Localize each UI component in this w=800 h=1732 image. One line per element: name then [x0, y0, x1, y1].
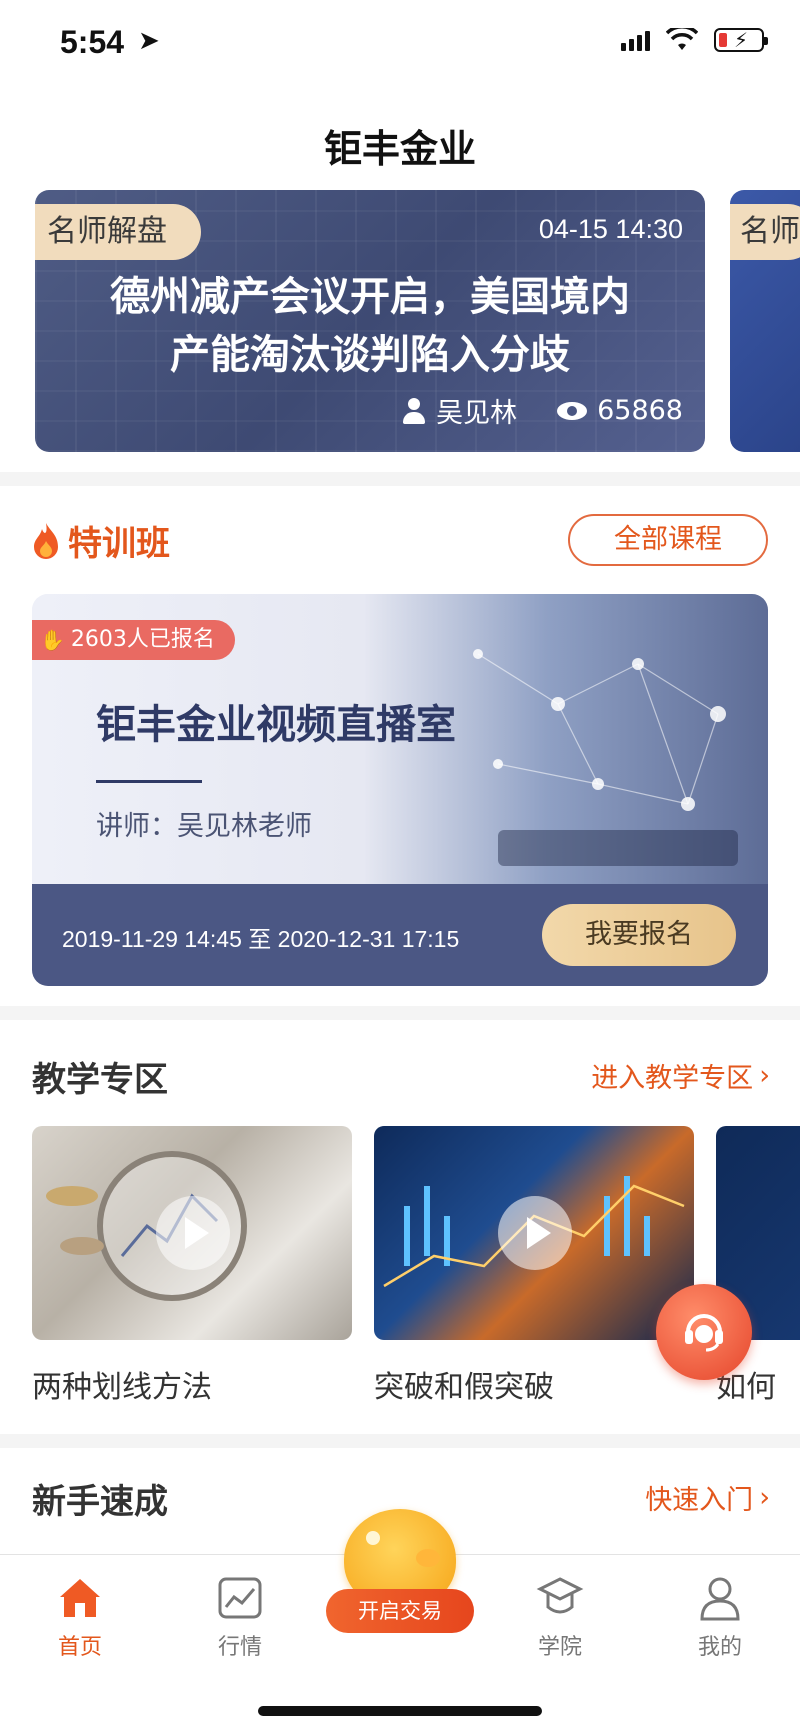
- tab-market[interactable]: 行情: [180, 1575, 300, 1661]
- video-title: 两种划线方法: [32, 1370, 212, 1405]
- divider: [96, 780, 202, 783]
- play-icon[interactable]: [498, 1196, 572, 1270]
- training-title: 特训班: [68, 524, 170, 564]
- video-card[interactable]: 突破和假突破: [374, 1126, 694, 1406]
- tab-label: 我的: [697, 1635, 742, 1660]
- banner-card-next[interactable]: 名师: [730, 190, 800, 452]
- status-bar: 5:54 ➤ ⚡: [0, 0, 800, 90]
- user-icon: [696, 1575, 744, 1621]
- fire-icon: [30, 521, 62, 561]
- network-illustration: [473, 649, 738, 866]
- headset-icon: [685, 1314, 723, 1352]
- banner-headline-line2: 产能淘汰谈判陷入分歧: [170, 332, 570, 378]
- chevron-right-icon: ›: [759, 1060, 770, 1091]
- video-thumbnail[interactable]: [32, 1126, 352, 1340]
- home-icon: [56, 1575, 104, 1621]
- banner-view-count: 65868: [597, 395, 683, 426]
- tab-label: 学院: [537, 1635, 582, 1660]
- banner-carousel[interactable]: 名师解盘 04-15 14:30 德州减产会议开启，美国境内 产能淘汰谈判陷入分…: [0, 190, 800, 472]
- eye-icon: [557, 401, 588, 420]
- tab-profile[interactable]: 我的: [660, 1575, 780, 1661]
- home-indicator: [258, 1706, 542, 1716]
- chart-icon: [216, 1575, 264, 1621]
- video-list[interactable]: 两种划线方法 突破和假突破 如何: [32, 1126, 800, 1426]
- page-title: 钜丰金业: [323, 127, 476, 171]
- teaching-title: 教学专区: [32, 1060, 168, 1100]
- tab-academy[interactable]: 学院: [500, 1575, 620, 1661]
- course-dates: 2019-11-29 14:45 至 2020-12-31 17:15: [62, 926, 460, 952]
- course-teacher: 讲师：吴见林老师: [96, 811, 312, 842]
- video-thumbnail[interactable]: [374, 1126, 694, 1340]
- enrolled-badge: ✋ 2603人已报名: [32, 620, 235, 660]
- video-title: 突破和假突破: [374, 1370, 554, 1405]
- teaching-link-label: 进入教学专区: [591, 1063, 754, 1094]
- signup-button[interactable]: 我要报名: [542, 904, 736, 966]
- app-header: 钜丰金业: [0, 90, 800, 190]
- course-hero: ✋ 2603人已报名 钜丰金业视频直播室 讲师：吴见林老师: [32, 594, 768, 884]
- signal-icon: [621, 29, 650, 51]
- tab-label: 首页: [57, 1635, 102, 1660]
- course-card[interactable]: ✋ 2603人已报名 钜丰金业视频直播室 讲师：吴见林老师 2019-11-29…: [32, 594, 768, 986]
- tab-label: 行情: [217, 1635, 262, 1660]
- tab-label: 开启交易: [326, 1589, 474, 1633]
- course-name: 钜丰金业视频直播室: [96, 702, 456, 748]
- chevron-right-icon: ›: [759, 1482, 770, 1513]
- location-arrow-icon: ➤: [138, 26, 160, 56]
- battery-icon: ⚡: [714, 28, 768, 52]
- banner-next-tag: 名师: [730, 204, 800, 260]
- banner-meta: 吴见林 65868: [402, 391, 683, 430]
- wifi-icon: [666, 28, 698, 50]
- tab-home[interactable]: 首页: [20, 1575, 140, 1661]
- all-courses-button[interactable]: 全部课程: [568, 514, 768, 566]
- graduation-cap-icon: [536, 1575, 584, 1621]
- beginner-link-label: 快速入门: [645, 1485, 754, 1516]
- beginner-link[interactable]: 快速入门 ›: [645, 1478, 770, 1517]
- banner-headline: 德州减产会议开启，美国境内 产能淘汰谈判陷入分歧: [55, 268, 685, 384]
- play-icon[interactable]: [156, 1196, 230, 1270]
- banner-tag: 名师解盘: [35, 204, 201, 260]
- banner-author: 吴见林: [402, 391, 517, 430]
- training-section: 特训班 全部课程 ✋ 2603人已报名 钜丰金业视频直播室 讲师：吴见林老师 2…: [0, 486, 800, 1006]
- status-icons: ⚡: [621, 28, 768, 52]
- banner-views: 65868: [557, 395, 683, 426]
- training-header: 特训班: [30, 516, 170, 565]
- video-card[interactable]: 两种划线方法: [32, 1126, 352, 1406]
- tab-trade[interactable]: 开启交易: [326, 1509, 474, 1649]
- banner-time: 04-15 14:30: [538, 214, 683, 244]
- banner-headline-line1: 德州减产会议开启，美国境内: [110, 274, 630, 320]
- banner-author-name: 吴见林: [436, 398, 518, 429]
- banner-card[interactable]: 名师解盘 04-15 14:30 德州减产会议开启，美国境内 产能淘汰谈判陷入分…: [35, 190, 705, 452]
- person-icon: [402, 397, 426, 424]
- status-time: 5:54: [60, 24, 125, 60]
- enrolled-count: 2603人已报名: [70, 627, 215, 652]
- customer-service-button[interactable]: [656, 1284, 752, 1380]
- teaching-link[interactable]: 进入教学专区 ›: [591, 1056, 770, 1095]
- hand-icon: ✋: [40, 628, 65, 652]
- course-footer: 2019-11-29 14:45 至 2020-12-31 17:15 我要报名: [32, 884, 768, 986]
- beginner-title: 新手速成: [32, 1482, 168, 1522]
